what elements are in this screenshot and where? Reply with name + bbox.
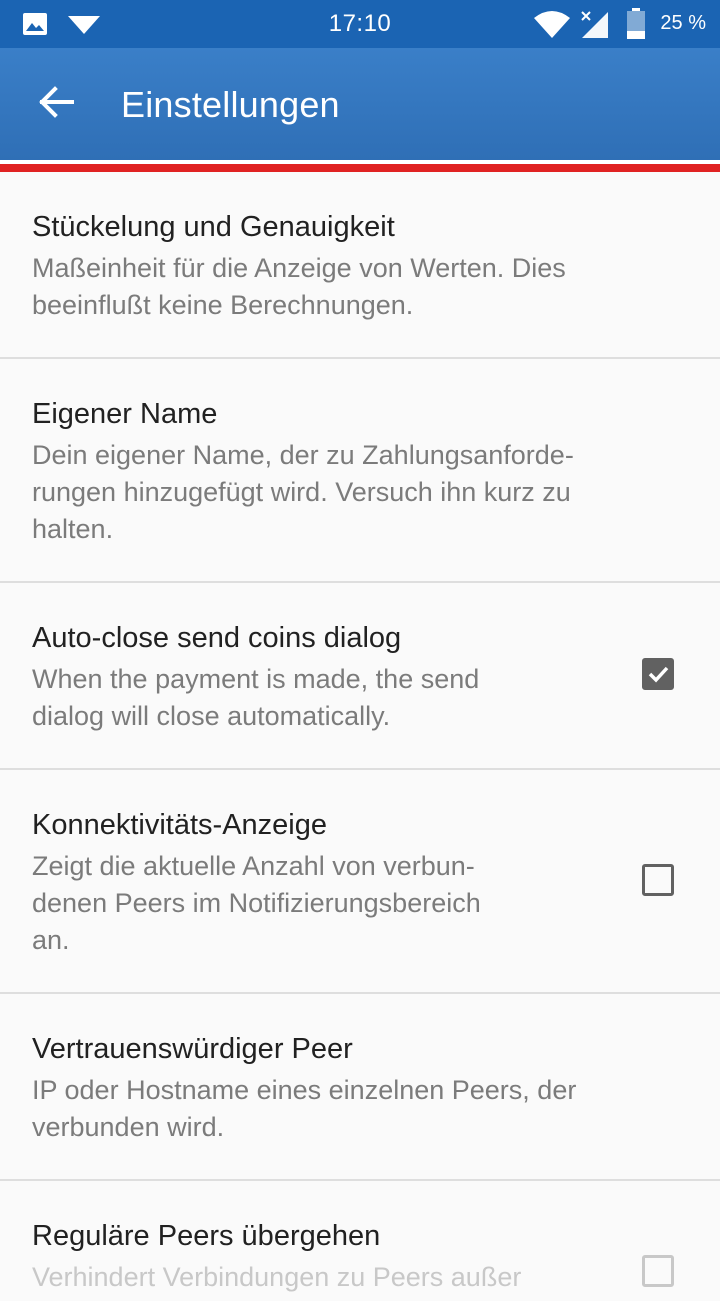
wifi-icon [533,10,571,43]
check-icon [648,666,669,683]
accent-stripe [0,164,720,172]
setting-title: Stückelung und Genauigkeit [32,211,395,243]
setting-title: Konnektivitäts-Anzeige [32,809,327,841]
setting-summary: IP oder Hostname eines einzelnen Peers, … [32,1075,577,1142]
setting-summary: Zeigt die aktuelle Anzahl von verbun- de… [32,851,481,955]
setting-summary: Verhindert Verbindungen zu Peers außer [32,1262,522,1292]
setting-summary: Maßeinheit für die Anzeige von Werten. D… [32,253,566,320]
setting-title: Auto-close send coins dialog [32,622,402,654]
setting-summary: When the payment is made, the send dialo… [32,664,480,731]
setting-connectivity-indicator[interactable]: Konnektivitäts-Anzeige Zeigt die aktuell… [0,770,720,994]
setting-denomination[interactable]: Stückelung und Genauigkeit Maßeinheit fü… [0,172,720,359]
setting-auto-close[interactable]: Auto-close send coins dialog When the pa… [0,583,720,770]
skip-peers-checkbox[interactable] [642,1255,674,1287]
app-bar: Einstellungen [0,48,720,160]
status-time: 17:10 [328,10,392,37]
setting-title: Eigener Name [32,398,218,430]
battery-percent: 25 % [660,12,706,34]
setting-title: Vertrauenswürdiger Peer [32,1033,353,1065]
settings-list: Stückelung und Genauigkeit Maßeinheit fü… [0,172,720,1301]
setting-own-name[interactable]: Eigener Name Dein eigener Name, der zu Z… [0,359,720,583]
arrow-left-icon [38,85,74,123]
battery-icon [626,8,646,45]
connectivity-checkbox[interactable] [642,864,674,896]
setting-skip-regular-peers[interactable]: Reguläre Peers übergehen Verhindert Verb… [0,1181,720,1301]
signal-icon [580,10,610,45]
setting-trusted-peer[interactable]: Vertrauenswürdiger Peer IP oder Hostname… [0,994,720,1181]
page-title: Einstellungen [121,84,340,125]
back-button[interactable] [24,80,88,128]
setting-summary: Dein eigener Name, der zu Zahlungsanford… [32,440,574,544]
auto-close-checkbox[interactable] [642,658,674,690]
setting-title: Reguläre Peers übergehen [32,1220,381,1252]
status-bar: 17:10 25 % [0,0,720,48]
